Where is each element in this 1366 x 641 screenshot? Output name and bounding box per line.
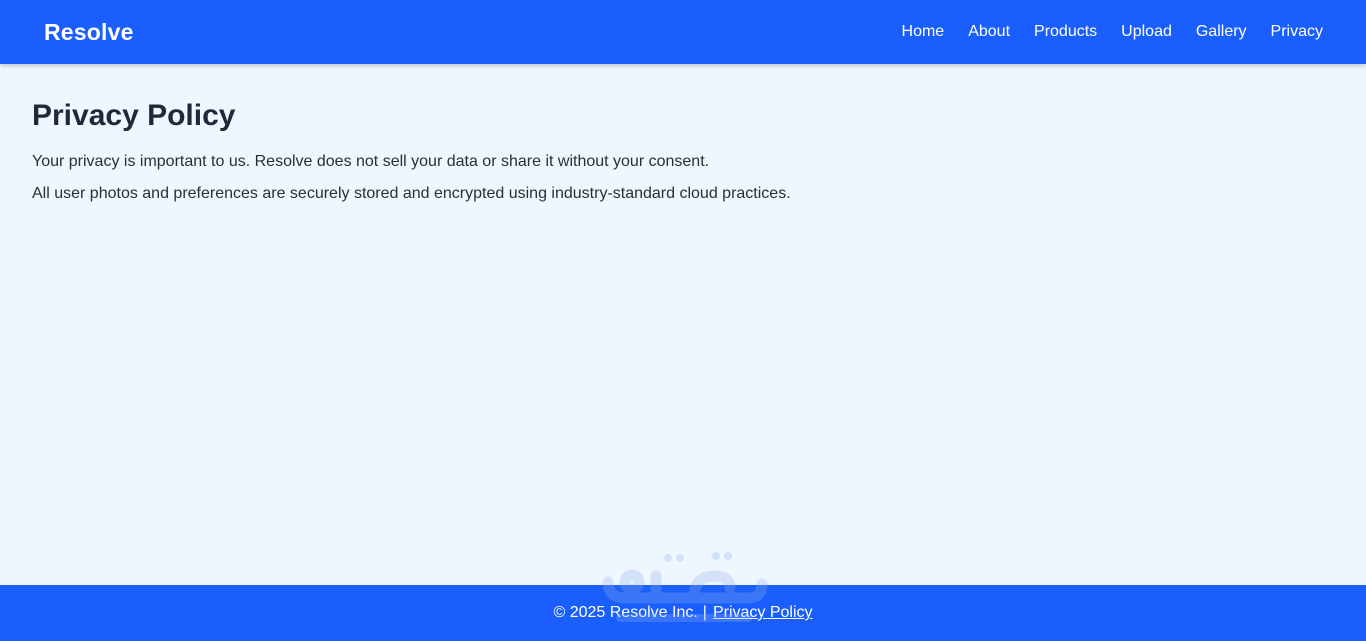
nav-link-products[interactable]: Products [1034,23,1097,41]
brand-logo[interactable]: Resolve [44,19,134,46]
nav-link-gallery[interactable]: Gallery [1196,23,1247,41]
footer-privacy-link[interactable]: Privacy Policy [713,604,813,622]
main-nav: Home About Products Upload Gallery Priva… [878,23,1323,41]
footer-copyright: © 2025 Resolve Inc. [553,604,698,621]
nav-link-home[interactable]: Home [902,23,945,41]
top-navbar: Resolve Home About Products Upload Galle… [0,0,1366,64]
main-content: Privacy Policy Your privacy is important… [0,64,1366,216]
nav-link-privacy[interactable]: Privacy [1271,23,1323,41]
nav-link-about[interactable]: About [968,23,1010,41]
page-title: Privacy Policy [32,99,236,132]
nav-link-upload[interactable]: Upload [1121,23,1172,41]
page: Resolve Home About Products Upload Galle… [0,0,1366,641]
footer: © 2025 Resolve Inc. | Privacy Policy [0,585,1366,641]
privacy-paragraph: Your privacy is important to us. Resolve… [32,153,710,170]
footer-separator: | [702,604,707,621]
privacy-paragraph: All user photos and preferences are secu… [32,185,791,202]
